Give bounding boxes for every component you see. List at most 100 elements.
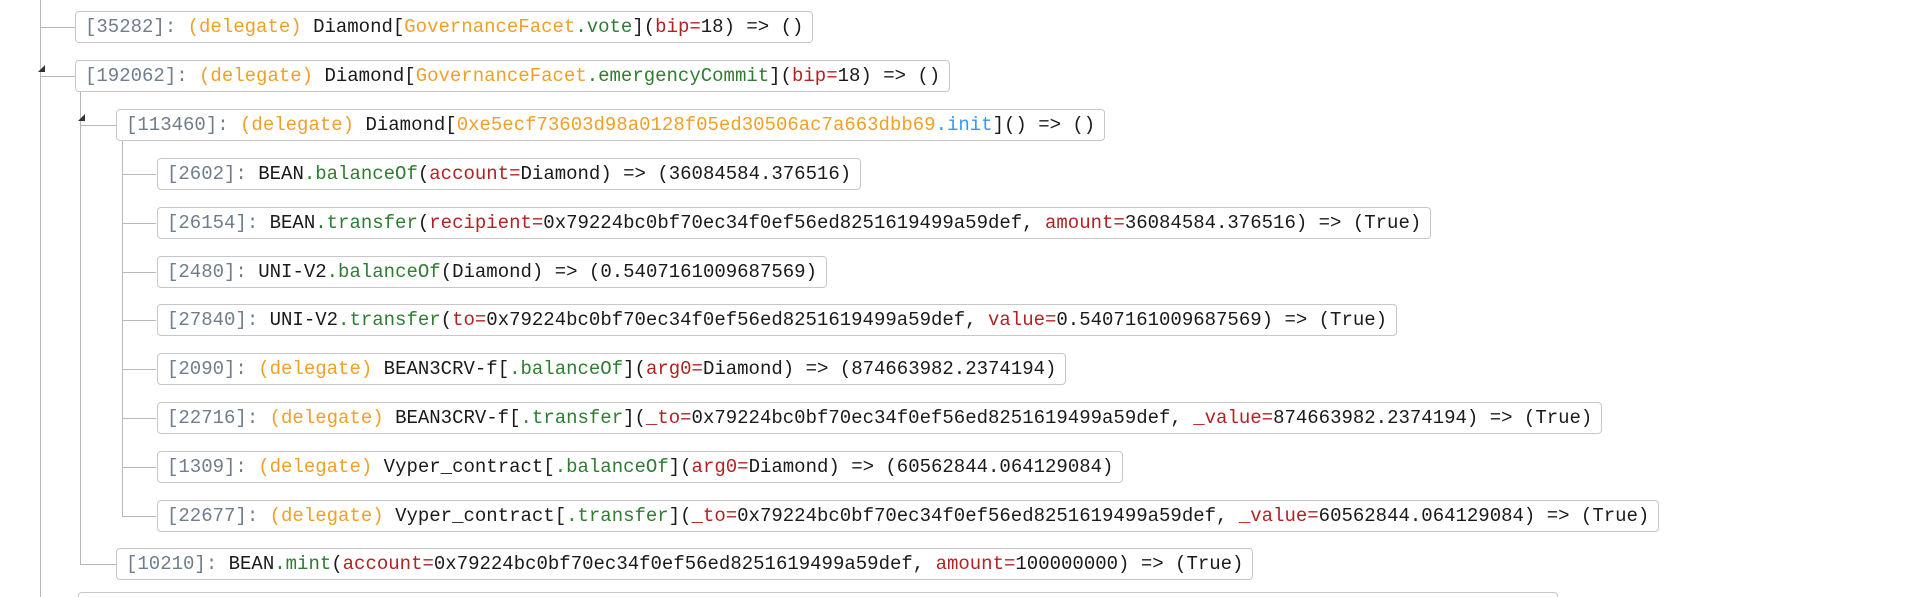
- gas-label: [192062]:: [85, 65, 188, 87]
- param-name: account: [429, 163, 510, 185]
- gas-label: [10210]:: [126, 553, 218, 575]
- call-node-partial[interactable]: [78, 592, 1558, 597]
- param-value: 0x79224bc0bf70ec34f0ef56ed8251619499a59d…: [486, 309, 988, 331]
- param-value: 0x79224bc0bf70ec34f0ef56ed8251619499a59d…: [737, 505, 1239, 527]
- method-name: .emergencyCommit: [586, 65, 770, 87]
- contract-name: BEAN3CRV-f[: [395, 407, 521, 429]
- tree-branch: [80, 564, 117, 565]
- call-node[interactable]: [2480]: UNI-V2.balanceOf(Diamond) => (0.…: [157, 256, 827, 288]
- param-value: 0x79224bc0bf70ec34f0ef56ed8251619499a59d…: [433, 553, 936, 575]
- method-name: .balanceOf: [326, 261, 441, 283]
- method-name: .transfer: [520, 407, 624, 429]
- call-node[interactable]: [35282]: (delegate) Diamond[GovernanceFa…: [75, 11, 814, 43]
- gas-label: [113460]:: [126, 114, 229, 136]
- param-value: 0x79224bc0bf70ec34f0ef56ed8251619499a59d…: [543, 212, 1045, 234]
- contract-name: UNI-V2: [269, 309, 339, 331]
- param-name: _to: [691, 505, 726, 527]
- tree-branch: [122, 320, 156, 321]
- param-name: _value: [1238, 505, 1308, 527]
- call-node[interactable]: [2090]: (delegate) BEAN3CRV-f[.balanceOf…: [157, 353, 1067, 385]
- param-name: bip: [791, 65, 827, 87]
- punct: (: [440, 309, 453, 331]
- gas-label: [26154]:: [167, 212, 259, 234]
- param-name: to: [452, 309, 475, 331]
- contract-name: Vyper_contract[: [395, 505, 567, 527]
- punct: ](: [623, 358, 646, 380]
- contract-name: Diamond[: [324, 65, 416, 87]
- equals: =: [1045, 309, 1057, 331]
- call-node[interactable]: [22677]: (delegate) Vyper_contract[.tran…: [157, 500, 1660, 532]
- param-value: Diamond: [702, 358, 783, 380]
- gas-label: [1309]:: [167, 456, 247, 478]
- return-value: ) => (True): [1523, 505, 1650, 527]
- equals: =: [1113, 212, 1125, 234]
- delegate-tag: (delegate): [258, 456, 373, 478]
- gas-label: [2602]:: [167, 163, 247, 185]
- equals: =: [826, 65, 838, 87]
- facet-name: GovernanceFacet: [404, 16, 576, 38]
- tree-branch: [80, 125, 117, 126]
- tree-branch: [40, 76, 77, 77]
- punct: ](: [668, 505, 692, 527]
- contract-name: BEAN: [228, 553, 275, 575]
- facet-name: GovernanceFacet: [415, 65, 587, 87]
- call-node[interactable]: [1309]: (delegate) Vyper_contract[.balan…: [157, 451, 1124, 483]
- method-name: .transfer: [566, 505, 669, 527]
- contract-name: Diamond[: [313, 16, 405, 38]
- gas-label: [2090]:: [167, 358, 247, 380]
- param-name: account: [342, 553, 423, 575]
- method-name: .transfer: [315, 212, 418, 234]
- punct: (: [440, 261, 453, 283]
- return-value: ) => (): [860, 65, 941, 87]
- call-node[interactable]: [26154]: BEAN.transfer(recipient=0x79224…: [157, 207, 1432, 239]
- gas-label: [2480]:: [167, 261, 247, 283]
- punct: ](: [769, 65, 792, 87]
- contract-name: Vyper_contract[: [383, 456, 555, 478]
- equals: =: [509, 163, 521, 185]
- param-name: arg0: [645, 358, 692, 380]
- tree-branch: [122, 223, 156, 224]
- tree-branch: [122, 467, 156, 468]
- return-value: ) => (): [723, 16, 804, 38]
- call-node[interactable]: [27840]: UNI-V2.transfer(to=0x79224bc0bf…: [157, 304, 1398, 336]
- call-node[interactable]: [10210]: BEAN.mint(account=0x79224bc0bf7…: [116, 548, 1254, 580]
- contract-address: 0xe5ecf73603d98a0128f05ed30506ac7a663dbb…: [456, 114, 936, 136]
- param-name: arg0: [691, 456, 738, 478]
- tree-line-root: [40, 0, 41, 597]
- equals: =: [691, 358, 703, 380]
- param-value: 18: [700, 16, 724, 38]
- call-node[interactable]: [22716]: (delegate) BEAN3CRV-f[.transfer…: [157, 402, 1603, 434]
- method-name: .vote: [575, 16, 633, 38]
- param-name: value: [987, 309, 1045, 331]
- param-name: recipient: [429, 212, 532, 234]
- tree-branch: [122, 174, 156, 175]
- param-value: 100000000: [1015, 553, 1119, 575]
- gas-label: [35282]:: [85, 16, 177, 38]
- param-name: _to: [645, 407, 681, 429]
- equals: =: [474, 309, 487, 331]
- gas-label: [22677]:: [167, 505, 259, 527]
- call-node[interactable]: [192062]: (delegate) Diamond[GovernanceF…: [75, 60, 951, 92]
- tree-branch: [122, 272, 156, 273]
- delegate-tag: (delegate): [240, 114, 355, 136]
- call-node[interactable]: [113460]: (delegate) Diamond[0xe5ecf7360…: [116, 109, 1106, 141]
- collapse-triangle-icon[interactable]: [78, 114, 85, 121]
- equals: =: [531, 212, 544, 234]
- punct: ](: [632, 16, 656, 38]
- return-value: ) => (True): [1466, 407, 1593, 429]
- return-value: ) => (True): [1295, 212, 1422, 234]
- punct: (: [417, 163, 430, 185]
- tree-line-level3: [122, 141, 123, 516]
- equals: =: [1307, 505, 1319, 527]
- punct: ](: [623, 407, 646, 429]
- call-node[interactable]: [2602]: BEAN.balanceOf(account=Diamond) …: [157, 158, 862, 190]
- collapse-triangle-icon[interactable]: [38, 65, 45, 72]
- return-value: ) => (True): [1261, 309, 1388, 331]
- method-name: .transfer: [338, 309, 441, 331]
- return-value: ]() => (): [992, 114, 1096, 136]
- equals: =: [422, 553, 434, 575]
- param-value: 0x79224bc0bf70ec34f0ef56ed8251619499a59d…: [691, 407, 1194, 429]
- contract-name: BEAN: [269, 212, 316, 234]
- punct: (: [331, 553, 343, 575]
- equals: =: [680, 407, 692, 429]
